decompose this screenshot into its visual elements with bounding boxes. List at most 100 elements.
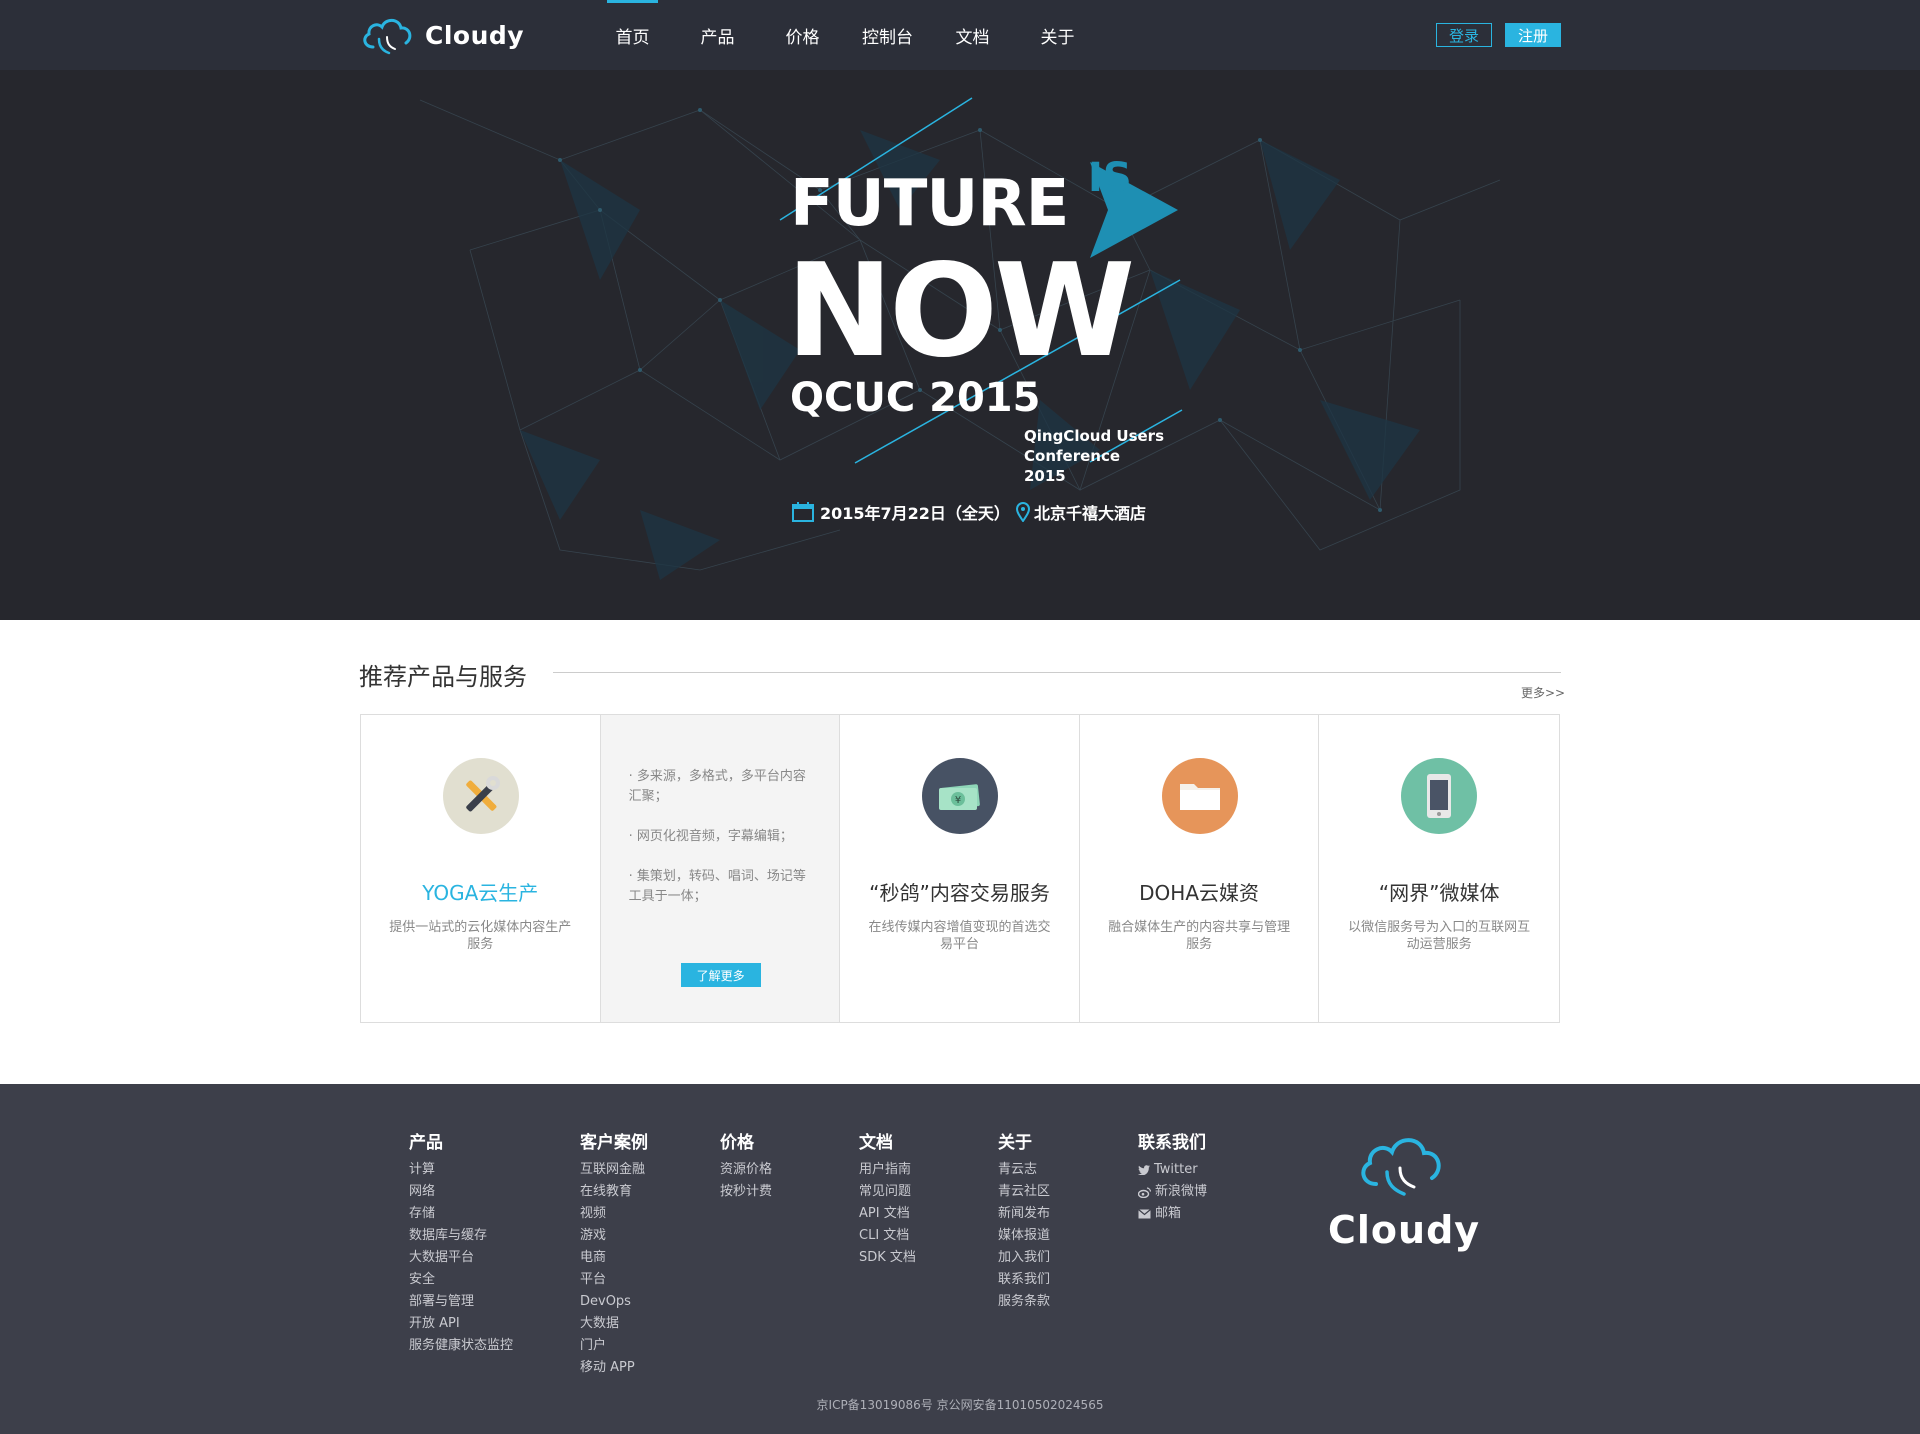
tools-icon (443, 758, 519, 834)
footer-col-title: 联系我们 (1138, 1133, 1206, 1153)
card-desc: 在线传媒内容增值变现的首选交易平台 (868, 920, 1051, 952)
section-divider (553, 672, 1561, 673)
footer-col-contact: 联系我们 Twitter 新浪微博 邮箱 (1138, 1128, 1207, 1225)
weibo-icon (1138, 1186, 1151, 1198)
card-miaoge[interactable]: ¥ “秒鸽”内容交易服务 在线传媒内容增值变现的首选交易平台 (840, 715, 1080, 1022)
footer-link[interactable]: 计算 (409, 1159, 513, 1181)
footer-link[interactable]: CLI 文档 (859, 1225, 916, 1247)
cloud-logo-icon (1361, 1138, 1441, 1196)
footer-link[interactable]: 视频 (580, 1203, 648, 1225)
learn-more-button[interactable]: 了解更多 (680, 963, 761, 987)
footer-link[interactable]: SDK 文档 (859, 1247, 916, 1269)
footer-col-cases: 客户案例 互联网金融 在线教育 视频 游戏 电商 平台 DevOps 大数据 门… (580, 1128, 648, 1379)
card-wangjie[interactable]: “网界”微媒体 以微信服务号为入口的互联网互动运营服务 (1319, 715, 1559, 1022)
footer-col-title: 关于 (998, 1133, 1032, 1153)
footer-link[interactable]: 服务健康状态监控 (409, 1335, 513, 1357)
footer-link[interactable]: 游戏 (580, 1225, 648, 1247)
footer-link[interactable]: 加入我们 (998, 1247, 1050, 1269)
hero-date: 2015年7月22日（全天） (820, 504, 1010, 523)
footer-col-title: 客户案例 (580, 1133, 648, 1153)
card-yoga-detail[interactable]: · 多来源，多格式，多平台内容汇聚； · 网页化视音频，字幕编辑； · 集策划，… (600, 715, 841, 1022)
card-desc: 提供一站式的云化媒体内容生产服务 (389, 920, 572, 952)
footer-link[interactable]: 大数据平台 (409, 1247, 513, 1269)
folder-icon (1161, 758, 1238, 834)
more-link[interactable]: 更多>> (1521, 684, 1565, 701)
card-title: “秒鸽”内容交易服务 (869, 881, 1050, 905)
register-button[interactable]: 注册 (1505, 23, 1561, 47)
hero-banner[interactable]: FUTURE IS NOW QCUC 2015 QingCloud Users … (0, 70, 1920, 620)
main-nav: 首页 产品 价格 控制台 文档 关于 (590, 0, 1100, 70)
nav-products[interactable]: 产品 (675, 0, 760, 70)
footer-link[interactable]: 用户指南 (859, 1159, 916, 1181)
hero-line-now: NOW (786, 237, 1135, 386)
calendar-icon (792, 502, 814, 522)
footer-link[interactable]: 资源价格 (720, 1159, 772, 1181)
footer-link[interactable]: DevOps (580, 1291, 648, 1313)
footer-link-email[interactable]: 邮箱 (1138, 1203, 1207, 1225)
footer-link[interactable]: 新闻发布 (998, 1203, 1050, 1225)
footer-col-about: 关于 青云志 青云社区 新闻发布 媒体报道 加入我们 联系我们 服务条款 (998, 1128, 1050, 1313)
footer-link-weibo[interactable]: 新浪微博 (1138, 1181, 1207, 1203)
feature-list: · 多来源，多格式，多平台内容汇聚； · 网页化视音频，字幕编辑； · 集策划，… (629, 767, 814, 927)
nav-pricing[interactable]: 价格 (760, 0, 845, 70)
footer-link-twitter[interactable]: Twitter (1138, 1159, 1207, 1181)
footer-logo-text: Cloudy (1328, 1208, 1481, 1252)
card-desc: 融合媒体生产的内容共享与管理服务 (1108, 920, 1291, 952)
footer-link[interactable]: 媒体报道 (998, 1225, 1050, 1247)
cloud-logo-icon (363, 18, 412, 55)
logo[interactable]: Cloudy (359, 12, 529, 58)
footer-link[interactable]: 互联网金融 (580, 1159, 648, 1181)
footer-col-title: 产品 (409, 1133, 443, 1153)
product-cards: YOGA云生产 提供一站式的云化媒体内容生产服务 · 多来源，多格式，多平台内容… (360, 714, 1560, 1023)
footer-col-pricing: 价格 资源价格 按秒计费 (720, 1128, 772, 1203)
login-button[interactable]: 登录 (1436, 23, 1492, 47)
footer-link[interactable]: 开放 API (409, 1313, 513, 1335)
phone-icon (1401, 758, 1478, 834)
card-title: YOGA云生产 (422, 881, 539, 905)
twitter-icon (1138, 1165, 1150, 1175)
footer: 产品 计算 网络 存储 数据库与缓存 大数据平台 安全 部署与管理 开放 API… (0, 1084, 1920, 1434)
hero-line-qcuc: QCUC 2015 (790, 375, 1041, 421)
footer-link[interactable]: 门户 (580, 1335, 648, 1357)
nav-about[interactable]: 关于 (1015, 0, 1100, 70)
nav-docs[interactable]: 文档 (930, 0, 1015, 70)
footer-link[interactable]: 部署与管理 (409, 1291, 513, 1313)
list-item: · 集策划，转码、唱词、场记等工具于一体； (628, 869, 806, 904)
footer-link[interactable]: 数据库与缓存 (409, 1225, 513, 1247)
hero-event-info: 2015年7月22日（全天） 北京千禧大酒店 (792, 500, 1146, 524)
section-title: 推荐产品与服务 (359, 663, 527, 691)
copyright: 京ICP备13019086号 京公网安备11010502024565 (816, 1398, 1104, 1412)
list-item: · 网页化视音频，字幕编辑； (628, 829, 793, 844)
footer-link[interactable]: 按秒计费 (720, 1181, 772, 1203)
nav-home[interactable]: 首页 (590, 0, 675, 70)
hero-is-mark: IS (1088, 155, 1132, 201)
footer-link[interactable]: 青云社区 (998, 1181, 1050, 1203)
footer-link[interactable]: 青云志 (998, 1159, 1050, 1181)
footer-link[interactable]: 网络 (409, 1181, 513, 1203)
footer-link[interactable]: 联系我们 (998, 1269, 1050, 1291)
footer-link[interactable]: 大数据 (580, 1313, 648, 1335)
footer-col-title: 文档 (859, 1133, 893, 1153)
footer-link[interactable]: 移动 APP (580, 1357, 648, 1379)
hero-conference-name: QingCloud Users Conference 2015 (1024, 427, 1165, 485)
footer-link[interactable]: 电商 (580, 1247, 648, 1269)
mail-icon (1138, 1209, 1151, 1219)
footer-link[interactable]: 安全 (409, 1269, 513, 1291)
card-doha[interactable]: DOHA云媒资 融合媒体生产的内容共享与管理服务 (1080, 715, 1320, 1022)
card-yoga[interactable]: YOGA云生产 提供一站式的云化媒体内容生产服务 (361, 715, 601, 1022)
footer-logo: Cloudy (1328, 1128, 1480, 1258)
footer-link[interactable]: 在线教育 (580, 1181, 648, 1203)
svg-text:¥: ¥ (955, 795, 961, 806)
logo-text: Cloudy (425, 20, 525, 50)
footer-link[interactable]: 服务条款 (998, 1291, 1050, 1313)
footer-link[interactable]: API 文档 (859, 1203, 916, 1225)
footer-link[interactable]: 存储 (409, 1203, 513, 1225)
footer-link[interactable]: 平台 (580, 1269, 648, 1291)
top-header: Cloudy 首页 产品 价格 控制台 文档 关于 登录 注册 (0, 0, 1920, 70)
footer-link[interactable]: 常见问题 (859, 1181, 916, 1203)
location-pin-icon (1015, 502, 1030, 522)
nav-console[interactable]: 控制台 (845, 0, 930, 70)
footer-col-title: 价格 (720, 1133, 754, 1153)
list-item: · 多来源，多格式，多平台内容汇聚； (628, 769, 806, 804)
card-title: DOHA云媒资 (1139, 881, 1260, 905)
